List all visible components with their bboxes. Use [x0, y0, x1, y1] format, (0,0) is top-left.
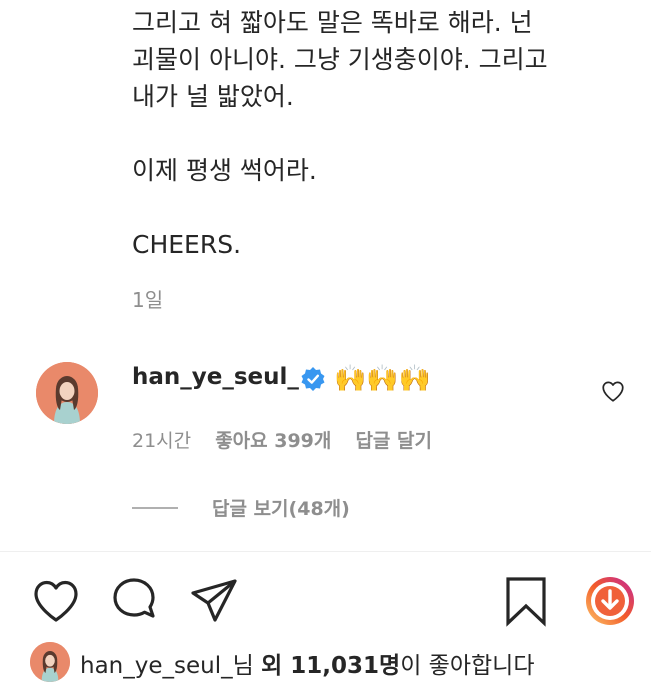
section-divider — [0, 551, 651, 552]
caption-line: 괴물이 아니야. 그냥 기생충이야. 그리고 — [132, 45, 548, 74]
likes-summary: han_ye_seul_님 외 11,031명이 좋아합니다 — [0, 640, 651, 682]
caption-line: 내가 널 밟았어. — [132, 82, 294, 111]
likes-text: han_ye_seul_님 외 11,031명이 좋아합니다 — [80, 646, 534, 680]
share-icon[interactable] — [188, 575, 240, 627]
comment-username[interactable]: han_ye_seul_ — [132, 364, 299, 390]
avatar[interactable] — [36, 362, 98, 424]
bookmark-icon[interactable] — [500, 575, 552, 627]
avatar[interactable] — [30, 642, 70, 682]
likes-suffix2: 이 좋아합니다 — [400, 653, 535, 679]
caption-line: 그리고 혀 짧아도 말은 똑바로 해라. 넌 — [132, 8, 533, 37]
likes-suffix: 님 — [232, 653, 262, 679]
download-icon[interactable] — [584, 575, 636, 627]
post-caption: 그리고 혀 짧아도 말은 똑바로 해라. 넌 괴물이 아니야. 그냥 기생충이야… — [132, 4, 632, 263]
caption-timestamp[interactable]: 1일 — [132, 284, 163, 313]
verified-icon — [301, 367, 325, 391]
caption-line: CHEERS. — [132, 230, 242, 259]
divider-line — [132, 506, 178, 509]
comment-time[interactable]: 21시간 — [132, 430, 191, 452]
caption-line: 이제 평생 썩어라. — [132, 156, 317, 185]
likes-count[interactable]: 외 11,031명 — [261, 653, 400, 679]
comment-meta: 21시간 좋아요 399개 답글 달기 — [132, 426, 450, 453]
heart-icon[interactable] — [30, 575, 82, 627]
reply-button[interactable]: 답글 달기 — [355, 430, 432, 452]
view-replies-label: 답글 보기(48개) — [212, 498, 350, 520]
comment-likes[interactable]: 좋아요 399개 — [215, 430, 331, 452]
view-replies-button[interactable]: 답글 보기(48개) — [132, 494, 350, 521]
comment-icon[interactable] — [108, 575, 160, 627]
heart-icon[interactable] — [600, 378, 626, 404]
likes-username[interactable]: han_ye_seul_ — [80, 653, 233, 679]
comment-emojis: 🙌🙌🙌 — [334, 364, 432, 394]
